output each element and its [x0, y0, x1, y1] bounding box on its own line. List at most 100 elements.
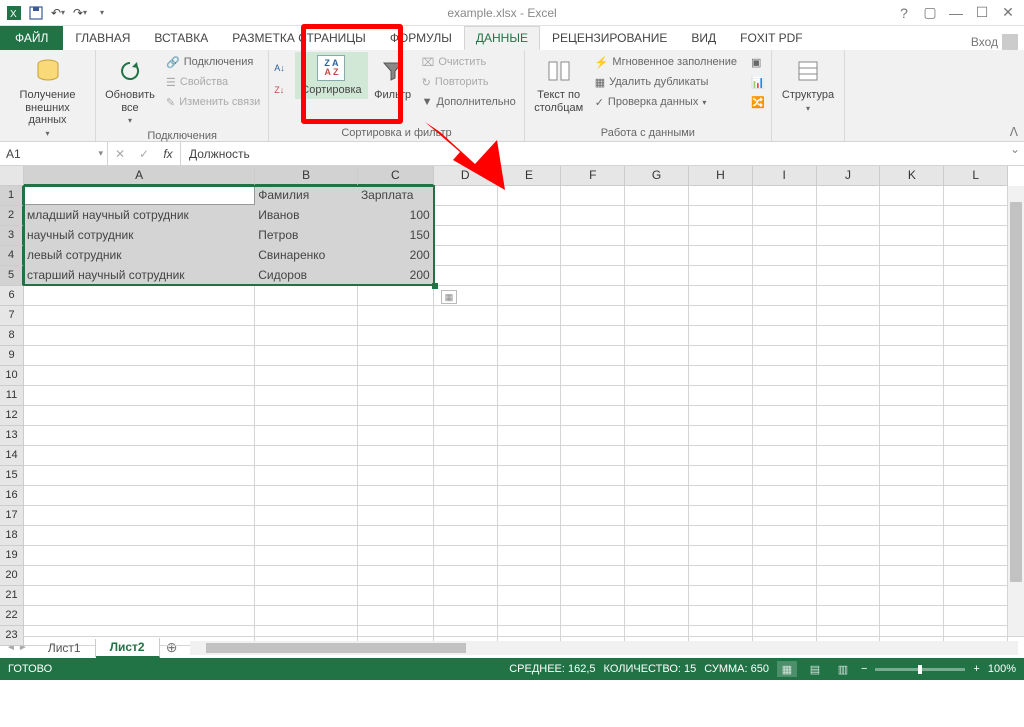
cell[interactable] — [753, 426, 817, 446]
cell[interactable] — [24, 606, 255, 626]
cell[interactable] — [561, 266, 625, 286]
view-page-layout-button[interactable]: ▤ — [805, 661, 825, 677]
row-header[interactable]: 18 — [0, 526, 24, 546]
cell[interactable] — [561, 346, 625, 366]
cell[interactable] — [561, 326, 625, 346]
row-header[interactable]: 7 — [0, 306, 24, 326]
cell[interactable] — [434, 186, 498, 206]
cell[interactable] — [753, 386, 817, 406]
cell[interactable] — [625, 466, 689, 486]
cell[interactable] — [498, 286, 562, 306]
cell[interactable] — [625, 426, 689, 446]
cell[interactable] — [817, 586, 881, 606]
cell[interactable] — [753, 206, 817, 226]
cell[interactable] — [944, 426, 1008, 446]
cell[interactable] — [434, 346, 498, 366]
properties-button[interactable]: ☰Свойства — [162, 72, 264, 92]
cell[interactable] — [561, 226, 625, 246]
row-header[interactable]: 12 — [0, 406, 24, 426]
cell[interactable]: Фамилия — [255, 186, 358, 206]
cell[interactable] — [434, 326, 498, 346]
sort-asc-button[interactable]: A↓ — [273, 58, 293, 78]
formula-input[interactable]: Должность — [181, 142, 1006, 165]
tab-page-layout[interactable]: РАЗМЕТКА СТРАНИЦЫ — [220, 26, 378, 50]
cell[interactable] — [753, 446, 817, 466]
cell[interactable] — [24, 286, 255, 306]
row-header[interactable]: 2 — [0, 206, 24, 226]
row-header[interactable]: 19 — [0, 546, 24, 566]
cell[interactable] — [561, 246, 625, 266]
cell[interactable] — [434, 206, 498, 226]
filter-button[interactable]: Фильтр — [370, 52, 416, 105]
cell[interactable] — [24, 526, 255, 546]
column-header[interactable]: L — [944, 166, 1008, 186]
cell[interactable] — [880, 346, 944, 366]
cell[interactable] — [561, 486, 625, 506]
tab-review[interactable]: РЕЦЕНЗИРОВАНИЕ — [540, 26, 679, 50]
help-button[interactable]: ? — [892, 3, 916, 23]
cells-container[interactable]: ▦ ДолжностьФамилияЗарплатамладший научны… — [24, 186, 1008, 620]
cell[interactable] — [24, 486, 255, 506]
cell[interactable]: 100 — [358, 206, 434, 226]
expand-formula-button[interactable]: ⌄ — [1006, 142, 1024, 165]
cell[interactable] — [255, 446, 358, 466]
cell[interactable] — [753, 526, 817, 546]
cell[interactable] — [358, 566, 434, 586]
cell[interactable] — [625, 486, 689, 506]
cell[interactable] — [753, 506, 817, 526]
cell[interactable] — [880, 606, 944, 626]
cell[interactable] — [625, 366, 689, 386]
cell[interactable] — [880, 546, 944, 566]
cell[interactable] — [944, 326, 1008, 346]
relationships-button[interactable]: 🔀 — [747, 92, 767, 112]
cell[interactable] — [434, 606, 498, 626]
cell[interactable] — [817, 566, 881, 586]
cell[interactable] — [625, 306, 689, 326]
cell[interactable] — [24, 346, 255, 366]
cell[interactable] — [817, 226, 881, 246]
row-header[interactable]: 16 — [0, 486, 24, 506]
cell[interactable] — [944, 306, 1008, 326]
cell[interactable] — [753, 326, 817, 346]
cell[interactable] — [944, 226, 1008, 246]
cell[interactable] — [944, 246, 1008, 266]
tab-insert[interactable]: ВСТАВКА — [142, 26, 220, 50]
cell[interactable] — [880, 246, 944, 266]
cell[interactable] — [434, 486, 498, 506]
cell[interactable] — [358, 446, 434, 466]
collapse-ribbon-button[interactable]: ᐱ — [1010, 125, 1018, 139]
cell[interactable] — [561, 426, 625, 446]
row-header[interactable]: 22 — [0, 606, 24, 626]
cell[interactable] — [944, 506, 1008, 526]
cell[interactable] — [24, 366, 255, 386]
cell[interactable] — [625, 206, 689, 226]
select-all-corner[interactable] — [0, 166, 24, 186]
maximize-button[interactable]: ☐ — [970, 3, 994, 23]
cell[interactable] — [817, 346, 881, 366]
cell[interactable] — [24, 306, 255, 326]
cell[interactable] — [944, 526, 1008, 546]
data-validation-button[interactable]: ✓Проверка данных ▾ — [591, 92, 741, 112]
cell[interactable] — [817, 266, 881, 286]
column-header[interactable]: I — [753, 166, 817, 186]
cell[interactable] — [255, 406, 358, 426]
cell[interactable] — [880, 306, 944, 326]
cell[interactable] — [817, 446, 881, 466]
cell[interactable] — [817, 526, 881, 546]
cell[interactable] — [880, 486, 944, 506]
cell[interactable]: Зарплата — [358, 186, 434, 206]
cell[interactable]: научный сотрудник — [24, 226, 255, 246]
cell[interactable]: Сидоров — [255, 266, 358, 286]
cell[interactable] — [689, 386, 753, 406]
cell[interactable] — [24, 406, 255, 426]
text-to-columns-button[interactable]: Текст по столбцам — [529, 52, 589, 117]
minimize-button[interactable]: — — [944, 3, 968, 23]
cell[interactable] — [24, 386, 255, 406]
zoom-out-button[interactable]: − — [861, 663, 867, 675]
cell[interactable] — [561, 206, 625, 226]
cell[interactable] — [625, 266, 689, 286]
row-header[interactable]: 21 — [0, 586, 24, 606]
outline-button[interactable]: Структура ▾ — [776, 52, 840, 116]
cell[interactable] — [817, 286, 881, 306]
cell[interactable] — [689, 266, 753, 286]
